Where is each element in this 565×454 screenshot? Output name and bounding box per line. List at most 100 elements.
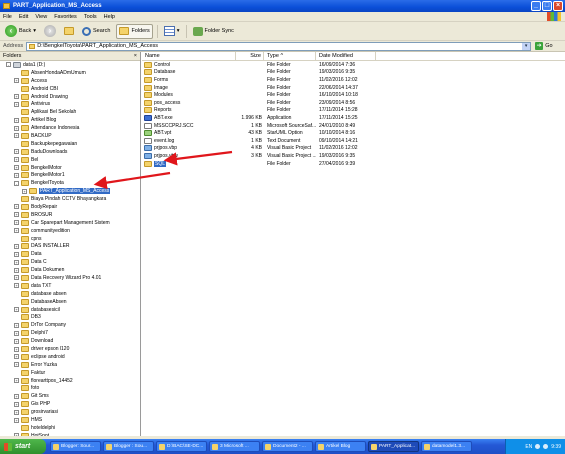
chevron-down-icon[interactable]: ▾	[33, 28, 36, 34]
file-row[interactable]: Database File Folder 19/03/2016 9:35	[142, 69, 565, 77]
expand-toggle-icon[interactable]: +	[14, 133, 19, 139]
minimize-button[interactable]: _	[531, 1, 541, 11]
folder-tree-item[interactable]: + PART_Application_MS_Access	[0, 187, 140, 195]
expand-toggle-icon[interactable]: +	[14, 378, 19, 384]
folder-tree-item[interactable]: Aplikasi Bel Sekolah	[0, 108, 140, 116]
file-row[interactable]: event.log 1 KB Text Document 09/10/2014 14:…	[142, 137, 565, 145]
folder-tree-item[interactable]: Backupkepegawaian	[0, 140, 140, 148]
go-button[interactable]: ➔ Go	[535, 42, 553, 50]
menu-tools[interactable]: Tools	[84, 14, 97, 20]
taskbar-button[interactable]: Blogger: Sour...	[50, 441, 101, 452]
expand-toggle-icon[interactable]: +	[14, 330, 19, 336]
taskbar-button[interactable]: Document2 - ...	[262, 441, 313, 452]
folder-tree-item[interactable]: + BodyRepair	[0, 203, 140, 211]
address-input[interactable]: D:\BengkelToyota\PART_Application_MS_Acc…	[26, 41, 532, 51]
expand-toggle-icon[interactable]: +	[14, 346, 19, 352]
column-header-date-modified[interactable]: Date Modified	[316, 52, 376, 60]
expand-toggle-icon[interactable]: -	[14, 180, 19, 186]
folder-tree-item[interactable]: + BaduDownloads	[0, 148, 140, 156]
expand-toggle-icon[interactable]: +	[14, 149, 19, 155]
file-row[interactable]: prjpos.vbp 4 KB Visual Basic Project 11/02/…	[142, 145, 565, 153]
file-row[interactable]: Modules File Folder 16/10/2014 10:18	[142, 91, 565, 99]
folders-pane-close-button[interactable]: ×	[134, 53, 137, 59]
folder-tree-item[interactable]: Android CBI	[0, 85, 140, 93]
folders-button[interactable]: Folders	[116, 23, 153, 39]
folder-sync-button[interactable]: Folder Sync	[191, 24, 236, 39]
expand-toggle-icon[interactable]: +	[14, 172, 19, 178]
taskbar-button[interactable]: PART_Applicat...	[368, 441, 419, 452]
folder-tree-item[interactable]: hoteldelphi	[0, 424, 140, 432]
expand-toggle-icon[interactable]: +	[14, 157, 19, 163]
taskbar-button[interactable]: Blogger : Sou...	[103, 441, 154, 452]
expand-toggle-icon[interactable]: +	[22, 188, 27, 194]
folder-tree-item[interactable]: cpns	[0, 235, 140, 243]
file-row[interactable]: ABT.vpt 43 KB StarUML Option 10/10/2014 8:1…	[142, 129, 565, 137]
folder-tree-item[interactable]: + databasesicil	[0, 306, 140, 314]
folder-tree-item[interactable]: + Android Drawing	[0, 93, 140, 101]
folder-tree-item[interactable]: - data1 (D:)	[0, 61, 140, 69]
taskbar-button[interactable]: 3 Microsoft ...	[209, 441, 260, 452]
expand-toggle-icon[interactable]: +	[14, 204, 19, 210]
folder-tree-item[interactable]: + Error Yuzka	[0, 361, 140, 369]
expand-toggle-icon[interactable]: +	[14, 401, 19, 407]
folder-tree-item[interactable]: + data TXT	[0, 282, 140, 290]
expand-toggle-icon[interactable]: -	[6, 62, 11, 68]
folder-tree-item[interactable]: + BengkelMotor	[0, 164, 140, 172]
folder-tree-item[interactable]: + Download	[0, 337, 140, 345]
forward-button[interactable]: ›	[42, 24, 58, 39]
taskbar-button[interactable]: D:\BAC\SE-DC...	[156, 441, 207, 452]
menu-view[interactable]: View	[35, 14, 47, 20]
folder-tree-item[interactable]: + communityedition	[0, 227, 140, 235]
file-row[interactable]: Forms File Folder 11/02/2016 12:02	[142, 76, 565, 84]
tray-icon[interactable]	[543, 444, 549, 449]
expand-toggle-icon[interactable]: +	[14, 354, 19, 360]
expand-toggle-icon[interactable]: +	[14, 94, 19, 99]
folder-tree-item[interactable]: + BROSUR	[0, 211, 140, 219]
maximize-button[interactable]: □	[542, 1, 552, 11]
folder-tree-item[interactable]: + DrTor Company	[0, 321, 140, 329]
folder-tree-item[interactable]: + Git Sms	[0, 392, 140, 400]
expand-toggle-icon[interactable]: +	[14, 220, 19, 226]
folder-tree-item[interactable]: + eclipse android	[0, 353, 140, 361]
file-row[interactable]: MSSCCPRJ.SCC 1 KB Microsoft SourceSaf... 24…	[142, 122, 565, 130]
address-dropdown-button[interactable]: ▾	[522, 42, 531, 50]
file-row[interactable]: Control File Folder 16/09/2014 7:36	[142, 61, 565, 69]
expand-toggle-icon[interactable]: +	[14, 417, 19, 423]
folder-tree-item[interactable]: + Data	[0, 250, 140, 258]
folder-tree-item[interactable]: database absen	[0, 290, 140, 298]
folder-tree-item[interactable]: + Bel	[0, 156, 140, 164]
column-header-type[interactable]: Type ^	[264, 52, 316, 60]
expand-toggle-icon[interactable]: +	[14, 409, 19, 415]
file-row[interactable]: pos_access File Folder 23/09/2014 8:56	[142, 99, 565, 107]
expand-toggle-icon[interactable]: +	[14, 259, 19, 265]
folder-tree-item[interactable]: + florearttpos_14452	[0, 377, 140, 385]
folder-tree-item[interactable]: + grosirvariasi	[0, 408, 140, 416]
folder-tree-item[interactable]: + HMS	[0, 416, 140, 424]
expand-toggle-icon[interactable]: +	[14, 338, 19, 344]
expand-toggle-icon[interactable]: +	[14, 243, 19, 249]
expand-toggle-icon[interactable]: +	[14, 212, 19, 218]
expand-toggle-icon[interactable]: +	[14, 125, 19, 131]
column-header-name[interactable]: Name	[142, 52, 236, 60]
back-button[interactable]: ‹ Back ▾	[3, 24, 38, 39]
up-folder-button[interactable]	[62, 24, 76, 39]
expand-toggle-icon[interactable]: +	[14, 307, 19, 313]
expand-toggle-icon[interactable]: +	[14, 362, 19, 368]
menu-file[interactable]: File	[3, 14, 12, 20]
menu-edit[interactable]: Edit	[19, 14, 28, 20]
folder-tree-item[interactable]: Biaya Pindah CCTV Bhayangkara	[0, 195, 140, 203]
folder-tree-item[interactable]: + Delphi7	[0, 329, 140, 337]
expand-toggle-icon[interactable]: +	[14, 267, 19, 273]
folder-tree-item[interactable]: + driver epson l120	[0, 345, 140, 353]
tray-icon[interactable]	[535, 444, 541, 449]
close-button[interactable]: ×	[553, 1, 563, 11]
start-button[interactable]: start	[0, 439, 46, 454]
language-indicator[interactable]: EN	[525, 444, 532, 450]
expand-toggle-icon[interactable]: +	[14, 117, 19, 123]
file-row[interactable]: Reports File Folder 17/11/2014 15:28	[142, 107, 565, 115]
expand-toggle-icon[interactable]: +	[14, 322, 19, 328]
expand-toggle-icon[interactable]: +	[14, 251, 19, 257]
expand-toggle-icon[interactable]: +	[14, 275, 19, 281]
folder-tree-item[interactable]: + Antivirus	[0, 100, 140, 108]
file-row[interactable]: prjpos.vbw 3 KB Visual Basic Project ... 19…	[142, 152, 565, 160]
